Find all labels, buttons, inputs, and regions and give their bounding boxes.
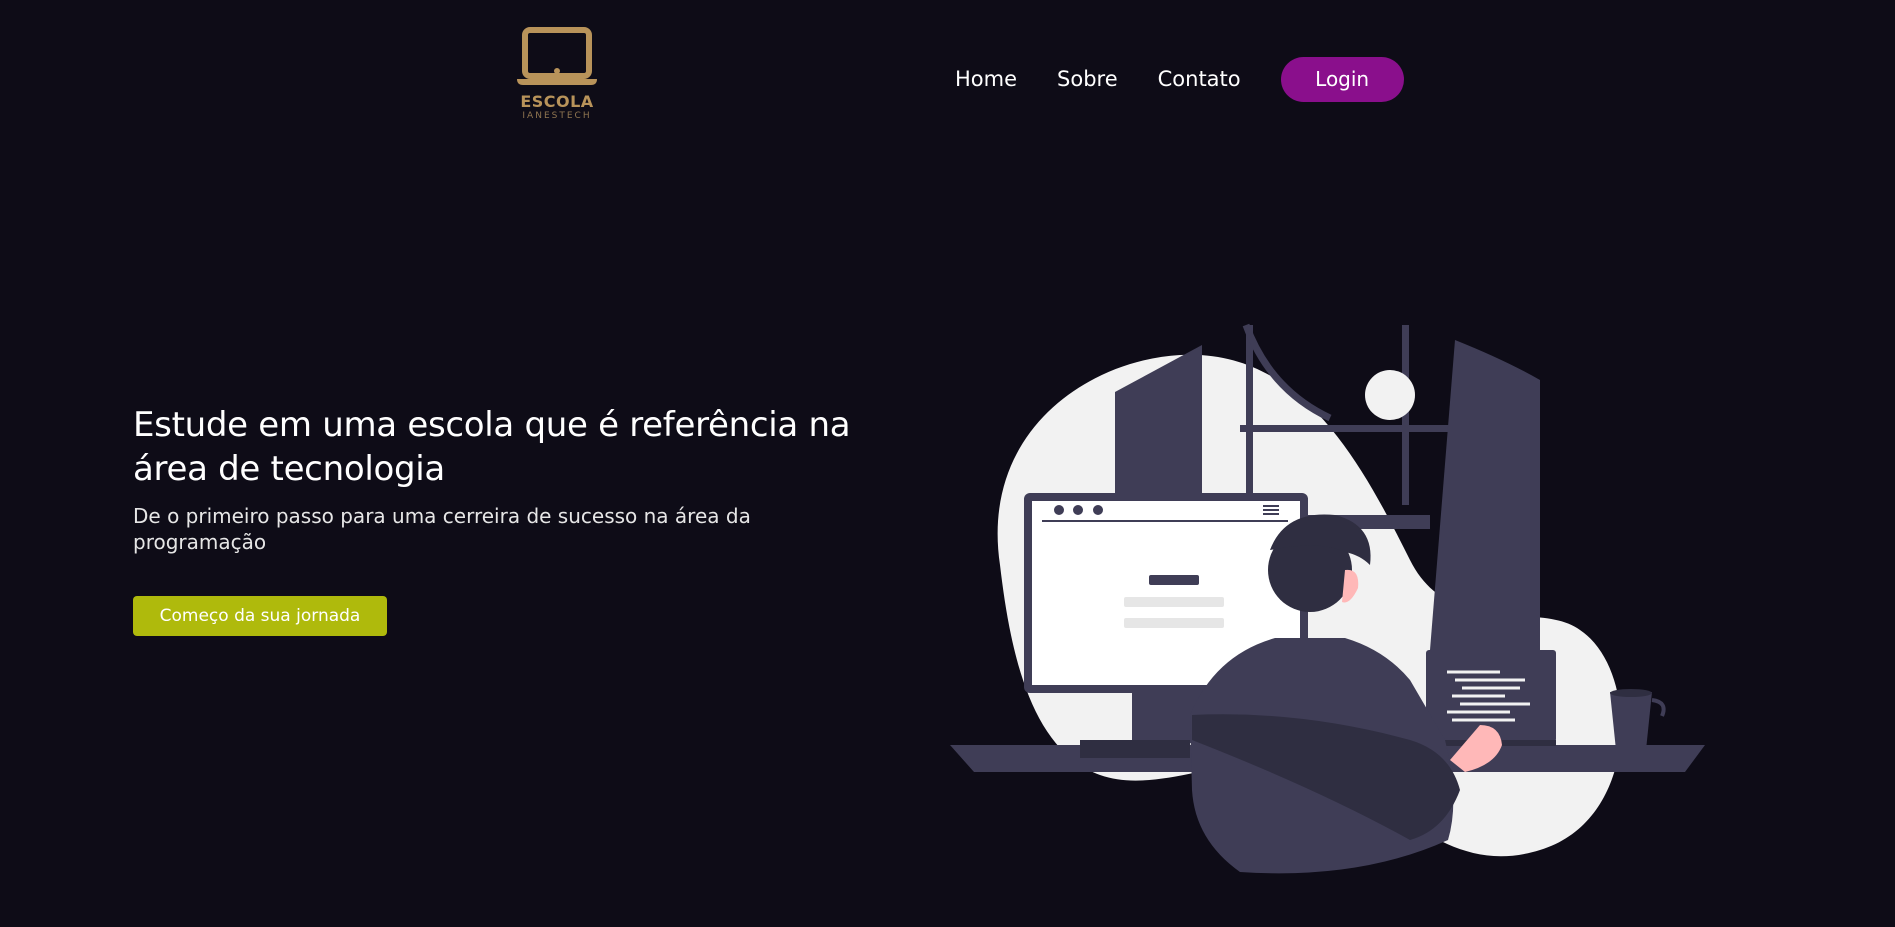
moon	[1365, 370, 1415, 420]
window-dot	[1073, 505, 1083, 515]
window-dot	[1093, 505, 1103, 515]
screen-divider	[1042, 520, 1288, 522]
login-button[interactable]: Login	[1280, 56, 1404, 102]
start-journey-button[interactable]: Começo da sua jornada	[133, 596, 387, 636]
nav-item-contato[interactable]: Contato	[1158, 56, 1241, 102]
hero-title: Estude em uma escola que é referência na…	[133, 405, 851, 489]
menu-line	[1263, 513, 1279, 515]
hero-section: Estude em uma escola que é referência na…	[133, 403, 913, 555]
building-right	[1430, 340, 1540, 650]
menu-line	[1263, 505, 1279, 507]
menu-line	[1263, 509, 1279, 511]
screen-line	[1124, 597, 1224, 607]
window-dot	[1054, 505, 1064, 515]
person-at-computer-illustration	[950, 323, 1705, 874]
main-nav: Home Sobre Contato Login	[955, 56, 1404, 102]
brand-name: ESCOLA	[520, 92, 594, 111]
mug	[1610, 692, 1652, 750]
nav-item-home[interactable]: Home	[955, 56, 1017, 102]
brand-logo[interactable]: ESCOLA IANESTECH	[517, 27, 597, 135]
nav-item-sobre[interactable]: Sobre	[1057, 56, 1118, 102]
hero-subtitle: De o primeiro passo para uma cerreira de…	[133, 504, 751, 554]
window-bar	[1240, 425, 1450, 432]
brand-subtitle: IANESTECH	[522, 111, 592, 121]
keyboard	[1080, 740, 1190, 758]
screen-heading	[1149, 575, 1199, 585]
window-bar	[1246, 325, 1253, 505]
screen-line	[1124, 618, 1224, 628]
landing-page: ESCOLA IANESTECH Home Sobre Contato Logi…	[0, 0, 1895, 927]
laptop-icon	[517, 27, 597, 85]
